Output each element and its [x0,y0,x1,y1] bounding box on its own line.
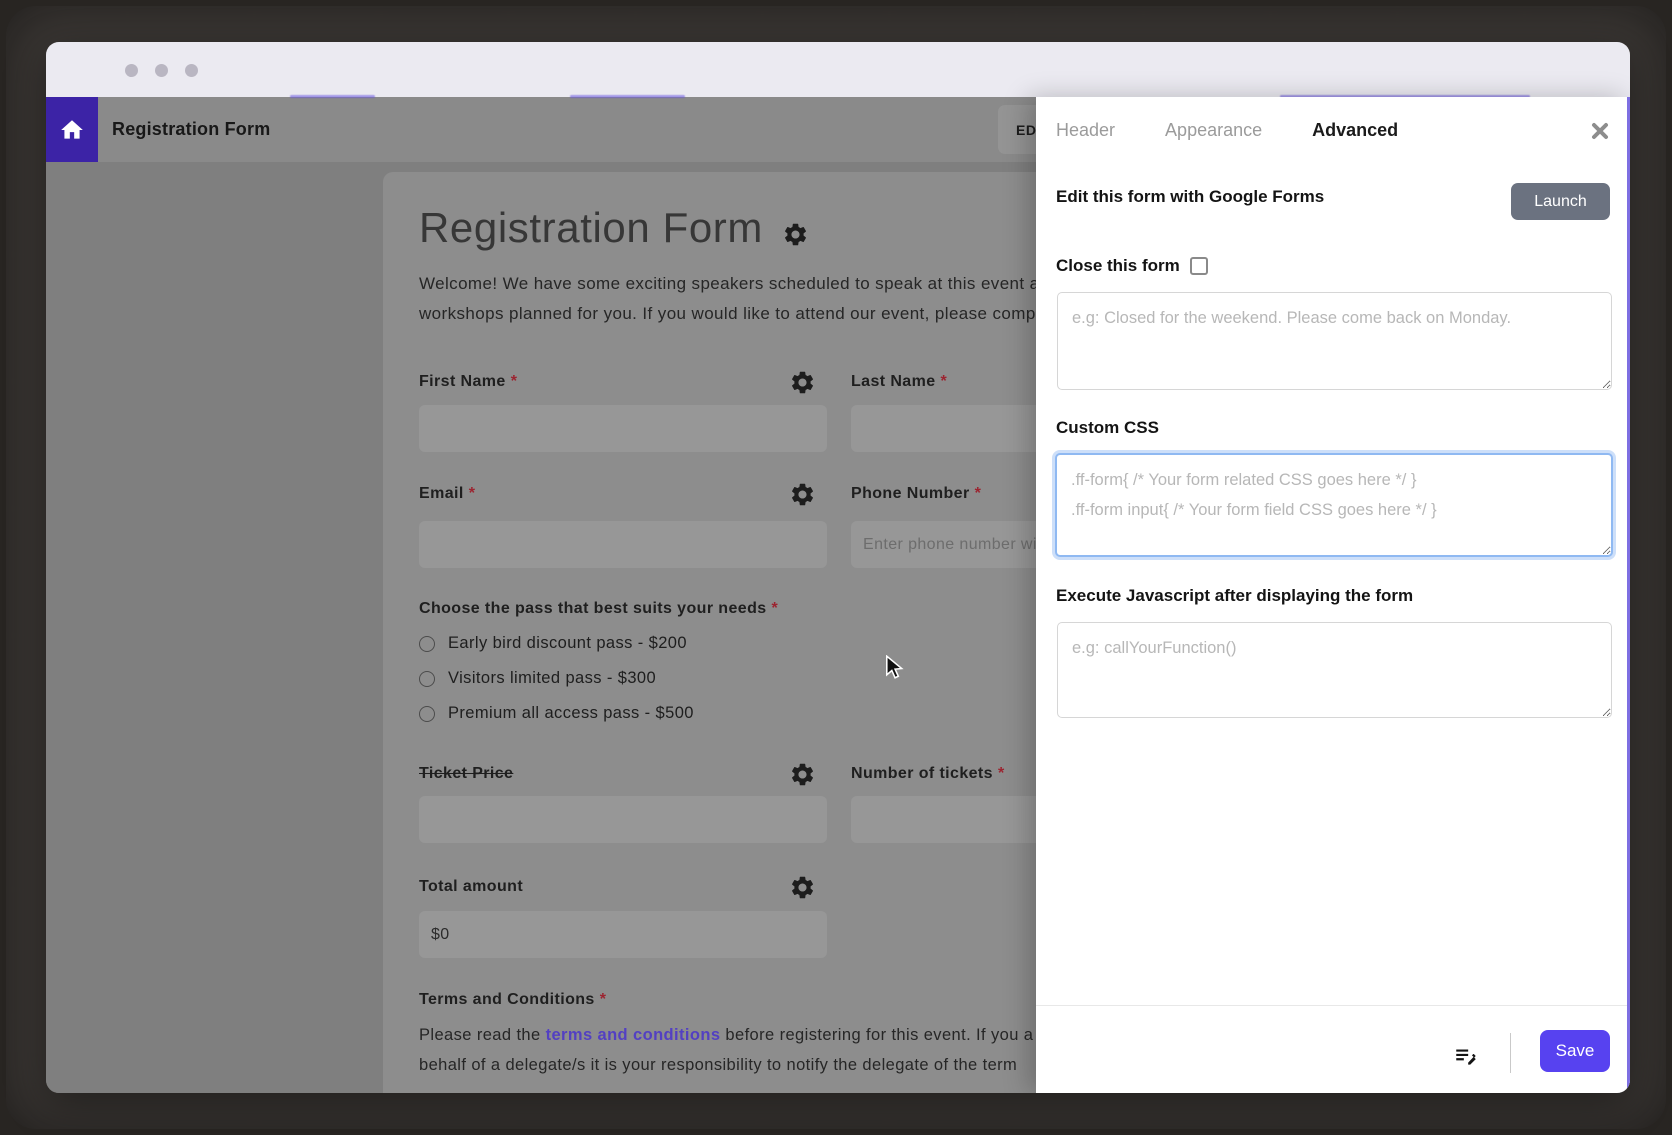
gear-icon[interactable] [782,221,809,248]
custom-css-label: Custom CSS [1056,418,1159,437]
launch-button[interactable]: Launch [1511,183,1610,220]
custom-css-textarea[interactable] [1055,453,1613,557]
home-icon [61,119,83,139]
google-forms-label: Edit this form with Google Forms [1056,187,1325,206]
total-amount-input[interactable] [419,911,827,958]
tab-header[interactable]: Header [1056,117,1115,143]
ticket-price-input[interactable] [419,796,827,843]
required-asterisk: * [940,373,948,390]
close-form-checkbox[interactable] [1189,257,1208,275]
window-control-dot[interactable] [125,64,138,77]
welcome-text-line2: workshops planned for you. If you would … [419,304,1040,323]
radio-label: Visitors limited pass - $300 [448,669,657,687]
pass-option-premium[interactable]: Premium all access pass - $500 [419,704,694,723]
save-button[interactable]: Save [1540,1030,1610,1072]
welcome-text-line1: Welcome! We have some exciting speakers … [419,274,1050,293]
radio-label: Early bird discount pass - $200 [448,634,687,652]
header-accent-streak [290,95,375,98]
ticket-price-label: Ticket Price [419,765,514,782]
header-accent-streak [570,95,685,98]
required-asterisk: * [468,485,476,502]
radio-icon [419,705,435,722]
total-amount-label: Total amount [419,878,524,895]
pass-option-visitors[interactable]: Visitors limited pass - $300 [419,669,656,688]
close-icon[interactable] [1590,121,1610,141]
window-control-dot[interactable] [185,64,198,77]
page-title: Registration Form [112,119,271,139]
close-form-row: Close this form [1056,254,1208,278]
radio-label: Premium all access pass - $500 [448,704,694,722]
footer-divider [1510,1033,1511,1073]
email-label: Email * [419,485,476,502]
home-button[interactable] [46,97,98,162]
window-control-dot[interactable] [155,64,168,77]
gear-icon[interactable] [789,481,816,508]
settings-panel: Header Appearance Advanced Edit this for… [1036,97,1630,1093]
required-asterisk: * [599,991,607,1008]
tab-advanced[interactable]: Advanced [1312,117,1398,143]
radio-icon [419,635,435,652]
edit-note-icon[interactable] [1453,1043,1479,1069]
required-asterisk: * [771,600,779,617]
pass-option-early-bird[interactable]: Early bird discount pass - $200 [419,634,687,653]
window-titlebar [46,42,1630,97]
required-asterisk: * [997,765,1005,782]
number-of-tickets-label: Number of tickets * [851,765,1005,782]
terms-text-line1: Please read the terms and conditions bef… [419,1026,1034,1044]
browser-window: Registration Form EDI Registration Form … [46,42,1630,1093]
close-form-message-textarea[interactable] [1057,292,1612,390]
terms-and-conditions-link[interactable]: terms and conditions [546,1026,721,1044]
pass-group-label: Choose the pass that best suits your nee… [419,600,779,617]
execute-js-textarea[interactable] [1057,622,1612,718]
close-form-label: Close this form [1056,256,1180,275]
first-name-input[interactable] [419,405,827,452]
form-title: Registration Form [419,204,763,251]
last-name-label: Last Name * [851,373,948,390]
gear-icon[interactable] [789,761,816,788]
terms-label: Terms and Conditions * [419,991,607,1008]
tab-appearance[interactable]: Appearance [1165,117,1262,143]
required-asterisk: * [510,373,518,390]
radio-icon [419,670,435,687]
screenshot-stage: Registration Form EDI Registration Form … [0,0,1672,1135]
required-asterisk: * [974,485,982,502]
first-name-label: First Name * [419,373,518,390]
gear-icon[interactable] [789,369,816,396]
panel-tabs: Header Appearance Advanced [1056,117,1398,143]
execute-js-label: Execute Javascript after displaying the … [1056,586,1414,605]
terms-text-line2: behalf of a delegate/s it is your respon… [419,1056,1018,1074]
gear-icon[interactable] [789,874,816,901]
footer-separator [1036,1005,1627,1006]
email-input[interactable] [419,521,827,568]
phone-number-label: Phone Number * [851,485,982,502]
